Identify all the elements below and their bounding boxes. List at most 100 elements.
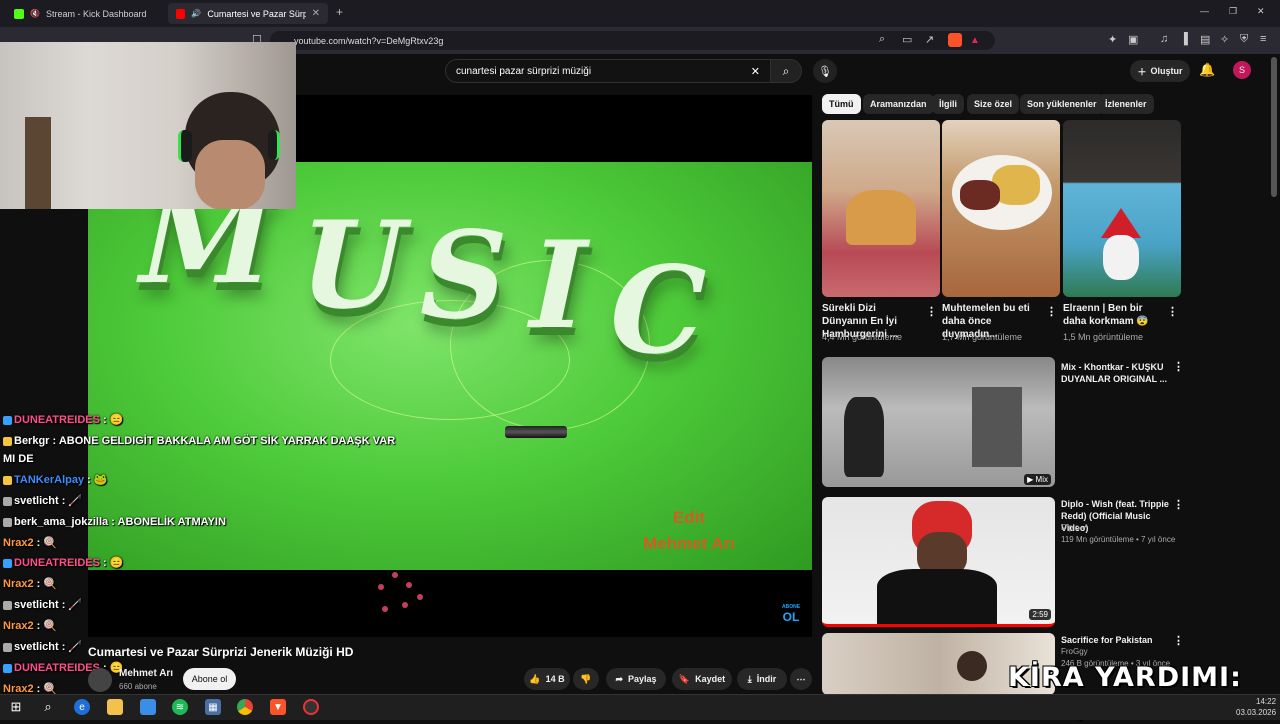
video-channel-pakistan[interactable]: FroGgy <box>1061 647 1088 656</box>
tab-youtube-video[interactable]: 🔊 Cumartesi ve Pazar Sürprizi Je ✕ <box>168 3 328 24</box>
chat-username: berk_ama_jokzilla <box>14 516 109 528</box>
chip-related[interactable]: İlgili <box>932 94 964 114</box>
extensions-icon[interactable]: ✦ <box>1108 33 1117 46</box>
close-window-button[interactable]: ✕ <box>1257 6 1265 17</box>
short-thumbnail-1[interactable] <box>822 120 940 297</box>
search-icon[interactable]: ⌕ <box>40 699 56 715</box>
short-menu-icon[interactable]: ⋮ <box>1167 305 1178 318</box>
chip-all[interactable]: Tümü <box>822 94 861 114</box>
video-title-pakistan[interactable]: Sacrifice for Pakistan <box>1061 634 1171 646</box>
page-scrollbar[interactable] <box>1271 57 1277 197</box>
account-avatar[interactable]: S <box>1233 61 1251 79</box>
video-menu-icon[interactable]: ⋮ <box>1173 360 1184 373</box>
share-icon[interactable]: ↗ <box>925 33 934 46</box>
brave-rewards-icon[interactable]: ▲ <box>970 35 980 46</box>
download-button[interactable]: ⤓ İndir <box>737 668 787 690</box>
voice-search-button[interactable]: 🎙 <box>813 59 837 83</box>
chip-for-you[interactable]: Size özel <box>967 94 1020 114</box>
sidebar-icon[interactable]: ▐ <box>1180 33 1188 45</box>
mix-badge: ▶ Mix <box>1024 474 1051 485</box>
video-thumbnail-diplo[interactable]: 2:59 <box>822 497 1055 627</box>
address-bar[interactable]: youtube.com/watch?v=DeMgRtxv23g <box>270 31 995 50</box>
obs-icon[interactable] <box>303 699 319 715</box>
wallet-icon[interactable]: ▤ <box>1200 33 1210 46</box>
system-clock[interactable]: 14:22 03.03.2026 <box>1236 696 1276 718</box>
new-tab-button[interactable]: + <box>336 5 343 19</box>
chat-username: TANKerAlpay <box>14 474 85 486</box>
search-button[interactable]: ⌕ <box>770 59 802 83</box>
chat-separator: : <box>108 516 115 528</box>
channel-avatar[interactable] <box>88 668 112 692</box>
file-explorer-icon[interactable] <box>107 699 123 715</box>
brave-icon[interactable]: ▼ <box>270 699 286 715</box>
webcam-door <box>25 117 51 209</box>
youtube-icon <box>176 8 186 19</box>
chat-badge-icon <box>3 558 12 568</box>
chip-watched[interactable]: İzlenenler <box>1098 94 1154 114</box>
short-title-3[interactable]: Elraenn | Ben bir daha korkmam 😨 <box>1063 302 1163 328</box>
chat-badge-icon <box>3 600 12 610</box>
dislike-button[interactable]: 👎 <box>573 668 599 690</box>
audio-jack-image <box>505 426 567 438</box>
search-input[interactable]: cunartesi pazar sürprizi müziği ✕ <box>445 59 775 83</box>
headset-right <box>268 130 280 160</box>
zoom-icon[interactable]: ⌕ <box>879 33 885 46</box>
chat-message: berk_ama_jokzilla : ABONELİK ATMAYIN <box>3 515 226 529</box>
short-menu-icon[interactable]: ⋮ <box>1046 305 1057 318</box>
chip-from-search[interactable]: Aramanızdan <box>863 94 934 114</box>
menu-icon[interactable]: ≡ <box>1260 33 1266 45</box>
subscribe-button[interactable]: Abone ol <box>183 668 236 690</box>
leo-icon[interactable]: ✧ <box>1220 33 1229 46</box>
chip-recently-uploaded[interactable]: Son yüklenenler <box>1020 94 1104 114</box>
notifications-bell-icon[interactable]: 🔔 <box>1199 62 1215 78</box>
cast-icon[interactable]: ▭ <box>902 33 912 46</box>
mute-icon[interactable]: 🔇 <box>30 9 40 18</box>
more-actions-button[interactable]: ⋯ <box>790 668 812 690</box>
video-thumbnail-mix[interactable]: ▶ Mix <box>822 357 1055 487</box>
chat-username: svetlicht <box>14 495 59 507</box>
store-icon[interactable] <box>140 699 156 715</box>
brave-shields-icon[interactable] <box>948 33 962 47</box>
channel-name[interactable]: Mehmet Arı <box>119 668 173 679</box>
chrome-icon[interactable] <box>237 699 253 715</box>
save-button[interactable]: 🔖 Kaydet <box>672 668 732 690</box>
short-thumbnail-2[interactable] <box>942 120 1060 297</box>
webcam-overlay <box>0 42 296 209</box>
maximize-button[interactable]: ❐ <box>1229 6 1237 17</box>
chat-separator: : <box>99 557 107 569</box>
media-icon[interactable]: ♫ <box>1160 33 1168 45</box>
spotify-icon[interactable]: ≋ <box>172 699 188 715</box>
chat-text: MI DE <box>3 453 34 465</box>
video-channel-diplo[interactable]: Diplo ✔ <box>1061 523 1088 532</box>
edge-icon[interactable]: e <box>74 699 90 715</box>
tab-kick-dashboard[interactable]: 🔇 Stream - Kick Dashboard <box>6 3 166 24</box>
chat-text: 🍭 <box>40 578 58 590</box>
video-menu-icon[interactable]: ⋮ <box>1173 634 1184 647</box>
video-title-mix[interactable]: Mix - Khontkar - KUŞKU DUYANLAR ORIGINAL… <box>1061 361 1171 385</box>
badge-text: Mix <box>1035 475 1048 484</box>
chat-message: DUNEATREIDES : 😑 <box>3 413 123 427</box>
create-button[interactable]: ＋ Oluştur <box>1130 60 1190 82</box>
save-label: Kaydet <box>695 674 726 684</box>
short-menu-icon[interactable]: ⋮ <box>926 305 937 318</box>
speaker-icon[interactable]: 🔊 <box>191 9 201 18</box>
chat-message: Nrax2 : 🍭 <box>3 536 57 550</box>
close-tab-icon[interactable]: ✕ <box>312 8 320 19</box>
chat-username: svetlicht <box>14 641 59 653</box>
thumbs-up-icon: 👍 <box>529 673 541 684</box>
video-menu-icon[interactable]: ⋮ <box>1173 498 1184 511</box>
like-button[interactable]: 👍 14 B <box>524 668 570 690</box>
thumbs-down-icon: 👎 <box>580 673 592 684</box>
chat-badge-icon <box>3 663 12 673</box>
windows-start-icon[interactable]: ⊞ <box>8 699 24 715</box>
vpn-icon[interactable]: ⛨ <box>1240 33 1248 46</box>
chat-username: Nrax2 <box>3 578 34 590</box>
calculator-icon[interactable]: ▦ <box>205 699 221 715</box>
screenshot-icon[interactable]: ▣ <box>1128 33 1138 46</box>
clear-search-icon[interactable]: ✕ <box>751 65 760 78</box>
short-thumbnail-3[interactable] <box>1063 120 1181 297</box>
chat-message: svetlicht : 🦯 <box>3 494 82 508</box>
minimize-button[interactable]: — <box>1200 6 1209 16</box>
video-title: Cumartesi ve Pazar Sürprizi Jenerik Müzi… <box>88 645 354 659</box>
share-button[interactable]: ➦ Paylaş <box>606 668 666 690</box>
